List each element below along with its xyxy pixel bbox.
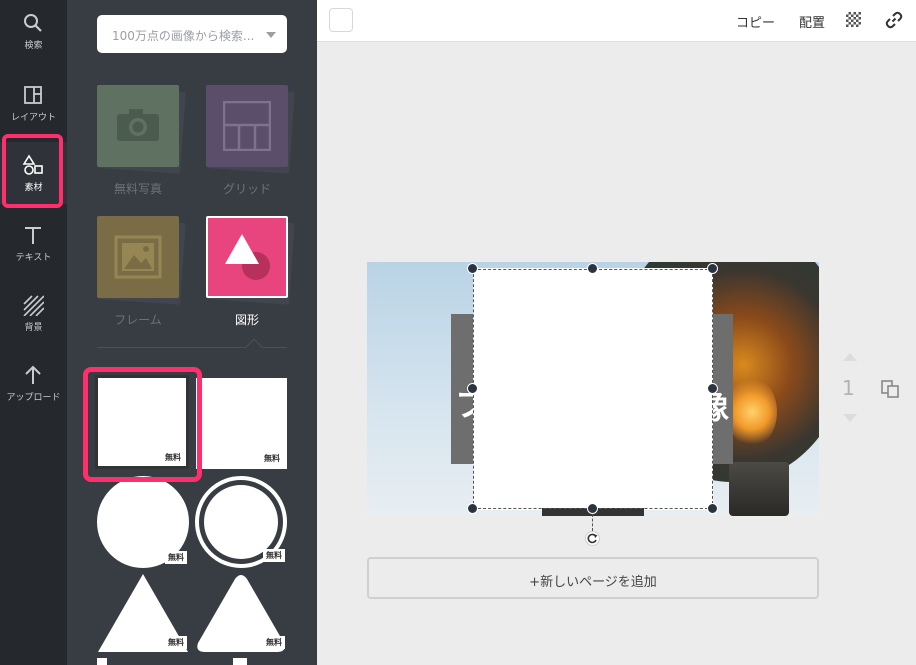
resize-handle-ne[interactable] <box>707 263 718 274</box>
tile-frames[interactable] <box>97 216 179 298</box>
rail-item-background[interactable]: 背景 <box>0 282 67 344</box>
color-swatch[interactable] <box>329 8 353 32</box>
resize-handle-e[interactable] <box>707 383 718 394</box>
elements-panel: 100万点の画像から検索... 無料写真 グリッド フレーム 図形 無料 無料 … <box>67 0 317 665</box>
tile-shapes[interactable] <box>206 216 288 298</box>
shape-circle[interactable]: 無料 <box>97 476 189 568</box>
left-rail: 検索 レイアウト 素材 テキスト 背景 アップロード <box>0 0 67 665</box>
grid-icon <box>223 101 271 151</box>
resize-handle-w[interactable] <box>467 383 478 394</box>
ring-inner <box>204 485 278 559</box>
rail-item-label: 検索 <box>24 41 43 51</box>
search-dropdown[interactable]: 100万点の画像から検索... <box>97 15 287 53</box>
rail-item-label: レイアウト <box>10 113 56 123</box>
tile-label: 無料写真 <box>113 182 162 196</box>
free-badge: 無料 <box>165 551 187 564</box>
copy-button[interactable]: コピー <box>736 12 775 31</box>
rail-item-label: テキスト <box>15 253 52 263</box>
rotate-connector <box>592 514 593 531</box>
rail-item-text[interactable]: テキスト <box>0 212 67 274</box>
rail-item-label: 背景 <box>24 323 43 333</box>
selection-box <box>473 269 713 509</box>
frame-icon <box>114 235 162 279</box>
shape-partial <box>97 658 107 665</box>
rail-item-label: アップロード <box>6 393 61 403</box>
resize-handle-n[interactable] <box>587 263 598 274</box>
top-toolbar: コピー 配置 <box>317 0 916 42</box>
tile-free-photos[interactable] <box>97 85 179 167</box>
tile-label: グリッド <box>222 182 271 196</box>
search-icon <box>24 14 42 32</box>
shape-triangle[interactable]: 無料 <box>97 573 189 653</box>
camera-icon <box>117 109 159 141</box>
tile-label: 図形 <box>234 313 259 327</box>
rail-item-upload[interactable]: アップロード <box>0 352 67 414</box>
shapes-icon <box>225 234 270 280</box>
free-badge: 無料 <box>261 452 283 465</box>
page-number: 1 <box>842 376 855 400</box>
checkerboard-icon[interactable] <box>846 12 861 27</box>
page-down-arrow[interactable] <box>843 414 857 422</box>
shape-rounded-triangle[interactable]: 無料 <box>195 573 287 653</box>
add-page-label: +新しいページを追加 <box>529 575 657 590</box>
page-up-arrow[interactable] <box>843 353 857 361</box>
shape-ring[interactable]: 無料 <box>195 476 287 568</box>
tile-label: フレーム <box>114 313 162 327</box>
resize-handle-se[interactable] <box>707 503 718 514</box>
free-badge: 無料 <box>263 636 285 649</box>
link-icon[interactable] <box>885 11 903 29</box>
free-badge: 無料 <box>165 636 187 649</box>
search-placeholder: 100万点の画像から検索... <box>112 29 255 43</box>
duplicate-page-icon[interactable] <box>880 379 900 399</box>
upload-icon <box>25 365 41 384</box>
text-icon <box>25 227 41 244</box>
balloon-basket <box>729 462 789 516</box>
background-icon <box>23 295 44 316</box>
arrange-button[interactable]: 配置 <box>799 12 825 31</box>
resize-handle-nw[interactable] <box>467 263 478 274</box>
highlight-rail-elements <box>2 134 63 208</box>
rotate-icon <box>587 533 598 544</box>
rail-item-search[interactable]: 検索 <box>0 0 67 62</box>
resize-handle-s[interactable] <box>587 503 598 514</box>
shape-partial <box>233 658 247 665</box>
layout-icon <box>24 86 42 104</box>
rotate-handle[interactable] <box>585 531 600 546</box>
resize-handle-sw[interactable] <box>467 503 478 514</box>
burner-flame <box>727 377 777 447</box>
highlight-shape-square <box>83 367 202 482</box>
chevron-down-icon <box>266 32 276 38</box>
rail-item-layout[interactable]: レイアウト <box>0 72 67 134</box>
add-page-button[interactable]: +新しいページを追加 <box>367 557 819 599</box>
shape-square[interactable]: 無料 <box>196 378 287 469</box>
free-badge: 無料 <box>263 549 285 562</box>
tile-grid[interactable] <box>206 85 288 167</box>
divider-notch <box>245 338 263 356</box>
